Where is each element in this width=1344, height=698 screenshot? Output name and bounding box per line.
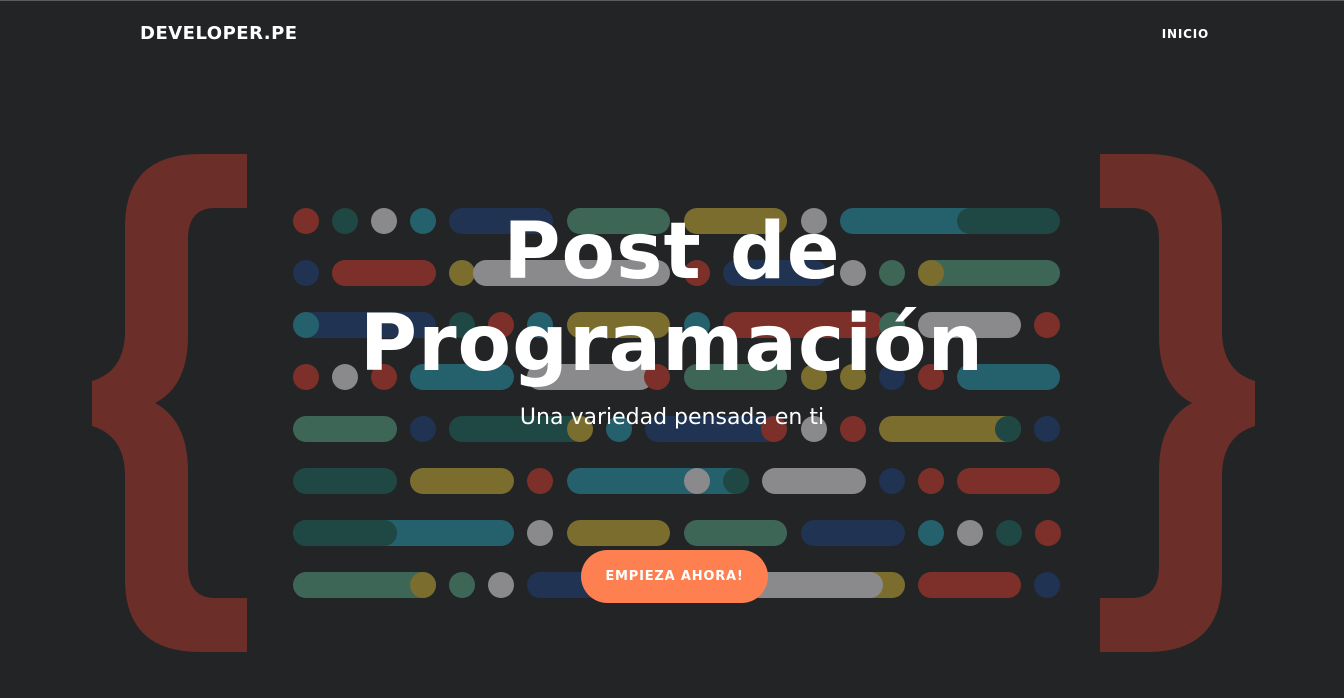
hero-title-line1: Post de — [503, 207, 841, 297]
top-navbar: DEVELOPER.PE INICIO — [0, 1, 1344, 67]
nav-link-inicio[interactable]: INICIO — [1162, 27, 1209, 41]
hero-subtitle: Una variedad pensada en ti — [519, 405, 825, 430]
hero-section: Post de Programación Una variedad pensad… — [0, 1, 1344, 698]
hero-title-line2: Programación — [359, 299, 985, 389]
start-now-button[interactable]: EMPIEZA AHORA! — [581, 550, 768, 603]
hero-title: Post de Programación — [0, 206, 1344, 390]
brand-logo-link[interactable]: DEVELOPER.PE — [140, 23, 298, 44]
